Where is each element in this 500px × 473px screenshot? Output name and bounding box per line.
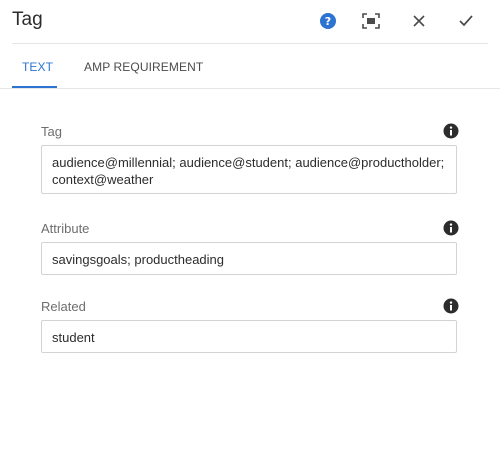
attribute-info-icon[interactable] — [443, 220, 459, 236]
tag-info-icon[interactable] — [443, 123, 459, 139]
fullscreen-icon — [362, 13, 380, 29]
help-button[interactable]: ? — [317, 10, 339, 32]
dialog-header: Tag ? — [0, 0, 500, 44]
tab-amp-requirement[interactable]: AMP REQUIREMENT — [84, 60, 203, 74]
help-icon: ? — [320, 13, 336, 29]
tag-field[interactable]: audience@millennial; audience@student; a… — [41, 145, 457, 194]
tag-label: Tag — [41, 124, 62, 139]
tab-text[interactable]: TEXT — [22, 60, 53, 74]
attribute-label: Attribute — [41, 221, 90, 236]
dialog-title: Tag — [12, 9, 43, 30]
related-info-icon[interactable] — [443, 298, 459, 314]
related-label: Related — [41, 299, 86, 314]
checkmark-icon — [459, 15, 473, 27]
fullscreen-button[interactable] — [360, 10, 382, 32]
close-icon — [413, 15, 425, 27]
tabs-divider — [0, 88, 500, 89]
tab-bar: TEXT AMP REQUIREMENT — [0, 44, 500, 89]
close-button[interactable] — [408, 10, 430, 32]
related-field[interactable]: student — [41, 320, 457, 353]
done-button[interactable] — [455, 10, 477, 32]
attribute-field[interactable]: savingsgoals; productheading — [41, 242, 457, 275]
svg-text:?: ? — [325, 15, 331, 28]
